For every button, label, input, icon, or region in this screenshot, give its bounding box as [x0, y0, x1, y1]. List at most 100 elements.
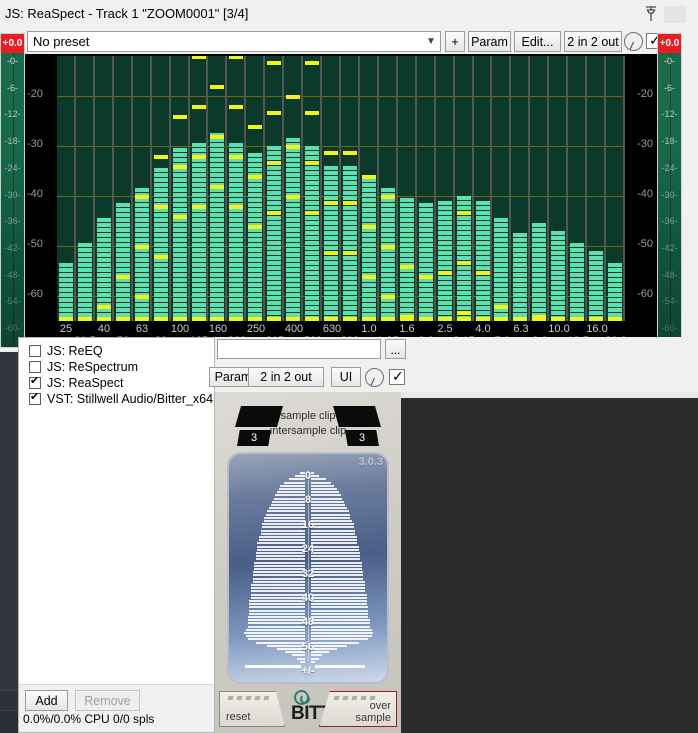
- chevron-down-icon[interactable]: ▼: [422, 36, 440, 47]
- spectrum-floor-marker: [513, 317, 527, 321]
- spectrum-bar: [286, 95, 300, 321]
- cpu-status-text: 0.0%/0.0% CPU 0/0 spls: [23, 712, 155, 726]
- meter-scale-label: -0-: [7, 56, 18, 66]
- spectrum-gridline-marker: [248, 225, 262, 229]
- spectrum-floor-marker: [570, 317, 584, 321]
- bitter-clip-indicators: 3 sample clip intersample clip 3: [215, 406, 401, 448]
- meter-peak-readout[interactable]: +0.0: [658, 34, 681, 53]
- bitter-bypass-checkbox[interactable]: ✓: [389, 368, 405, 385]
- param-button[interactable]: Param: [468, 31, 511, 52]
- spectrum-plot-area[interactable]: [57, 56, 625, 321]
- spectrum-band-divider: [188, 56, 190, 321]
- right-channel-meter[interactable]: +0.0 -0- -6- -12- -18- -24- -30- -36- -42- -48- -…: [657, 33, 682, 348]
- meter-scale-label: -60-: [661, 323, 678, 333]
- spectrum-gridline-marker: [343, 201, 357, 205]
- edit-button[interactable]: Edit...: [514, 31, 561, 52]
- io-button[interactable]: 2 in 2 out: [564, 31, 622, 52]
- spectrum-bar: [400, 198, 414, 321]
- bitter-preset-select[interactable]: [217, 339, 381, 359]
- spectrum-freq-label: 1.6: [399, 323, 415, 335]
- preset-select[interactable]: No preset ▼: [27, 31, 441, 52]
- fx-enable-checkbox[interactable]: [29, 391, 41, 405]
- spectrum-analyzer[interactable]: -20 -30 -40 -50 -60 -20 -30 -40 -50 -60 25 40 63 100…: [25, 54, 657, 348]
- add-fx-button[interactable]: Add: [25, 690, 68, 711]
- spectrum-gridline-marker: [248, 175, 262, 179]
- spectrum-band-divider: [169, 56, 171, 321]
- bitter-plugin-body: 3 sample clip intersample clip 3 0 8 16 …: [215, 392, 698, 733]
- bitter-ui-button[interactable]: UI: [331, 367, 361, 387]
- spectrum-band-divider: [244, 56, 246, 321]
- spectrum-freq-label: 2.5: [437, 323, 453, 335]
- spectrum-freq-label: 40: [97, 323, 111, 335]
- bit-scale-label: 8: [304, 494, 312, 507]
- window-control-placeholder[interactable]: [664, 6, 686, 23]
- spectrum-gridline-marker: [154, 155, 168, 159]
- knob-icon[interactable]: [365, 368, 384, 387]
- spectrum-gridline-marker: [381, 195, 395, 199]
- fx-enable-checkbox[interactable]: [29, 345, 41, 357]
- spectrum-gridline-marker: [476, 271, 490, 275]
- spectrum-gridline-marker: [116, 275, 130, 279]
- spectrum-bar: [173, 115, 187, 321]
- spectrum-db-label: -50: [27, 238, 43, 250]
- spectrum-gridline-marker: [400, 265, 414, 269]
- spectrum-floor-marker: [343, 317, 357, 321]
- spectrum-gridline-marker: [210, 185, 224, 189]
- fx-enable-checkbox[interactable]: [29, 375, 41, 389]
- meter-peak-readout[interactable]: +0.0: [1, 34, 24, 53]
- sample-clip-indicator-right[interactable]: 3: [333, 406, 383, 446]
- spectrum-band-divider: [566, 56, 568, 321]
- meter-scale-label: -6-: [7, 82, 18, 93]
- list-item[interactable]: JS: ReEQ: [19, 343, 214, 359]
- page-title: JS: ReaSpect - Track 1 "ZOOM0001" [3/4]: [5, 6, 249, 21]
- check-icon: ✓: [392, 368, 404, 384]
- spectrum-bar: [381, 188, 395, 321]
- spectrum-gridline-marker: [324, 201, 338, 205]
- bitter-fx-window: ... Param 2 in 2 out UI ✓ 3 sample clip: [209, 337, 698, 733]
- list-item[interactable]: JS: ReSpectrum: [19, 359, 214, 375]
- reset-button[interactable]: reset: [219, 691, 285, 727]
- spectrum-bar: [267, 61, 281, 321]
- spectrum-db-label: -60: [27, 288, 43, 300]
- meter-scale-label: -24-: [661, 162, 678, 173]
- bitter-browse-button[interactable]: ...: [385, 339, 406, 359]
- spectrum-freq-label: 25: [59, 323, 73, 335]
- spectrum-gridline-marker: [381, 245, 395, 249]
- list-item[interactable]: JS: ReaSpect: [19, 375, 214, 391]
- clip-lamp: [333, 406, 381, 427]
- bitter-bit-meter[interactable]: 0 8 16 24 32 40 48 56 +/- 3.0.3: [227, 452, 389, 684]
- spectrum-gridline-marker: [457, 211, 471, 215]
- fx-window-titlebar[interactable]: JS: ReaSpect - Track 1 "ZOOM0001" [3/4]: [0, 0, 698, 28]
- spectrum-floor-marker: [532, 317, 546, 321]
- add-preset-button[interactable]: +: [445, 31, 465, 52]
- spectrum-floor-marker: [608, 317, 622, 321]
- spectrum-band-divider: [339, 56, 341, 321]
- fx-name-label: JS: ReSpectrum: [47, 360, 139, 374]
- bitter-io-button[interactable]: 2 in 2 out: [248, 367, 324, 387]
- bit-scale-label: 16: [301, 518, 315, 531]
- meter-scale-label: -24-: [4, 162, 21, 173]
- spectrum-freq-label: 63: [135, 323, 149, 335]
- spectrum-db-label: -50: [637, 238, 653, 250]
- spectrum-gridline-marker: [305, 111, 319, 115]
- pin-icon[interactable]: [642, 5, 660, 23]
- spectrum-gridline-marker: [494, 305, 508, 309]
- knob-icon[interactable]: [624, 32, 643, 51]
- list-item[interactable]: VST: Stillwell Audio/Bitter_x64: [19, 391, 214, 407]
- spectrum-db-label: -30: [27, 138, 43, 150]
- left-channel-meter[interactable]: +0.0 -0- -6- -12- -18- -24- -30- -36- -42- -48- -…: [0, 33, 25, 348]
- spectrum-freq-label: 400: [284, 323, 304, 335]
- bit-scale-label: 48: [301, 616, 315, 629]
- fx-chain-list[interactable]: JS: ReEQ JS: ReSpectrum JS: ReaSpect VST: S…: [19, 343, 214, 407]
- spectrum-freq-label: 1.0: [361, 323, 377, 335]
- spectrum-db-label: -30: [637, 138, 653, 150]
- spectrum-freq-label: 16.0: [586, 323, 608, 335]
- spectrum-band-divider: [150, 56, 152, 321]
- oversample-button[interactable]: over sample: [319, 691, 397, 727]
- spectrum-freq-label: 6.3: [513, 323, 529, 335]
- spectrum-bar: [551, 231, 565, 321]
- bit-meter-sign-indicator: [315, 665, 365, 668]
- bit-meter-sign-indicator: [245, 665, 301, 668]
- spectrum-floor-marker: [476, 317, 490, 321]
- fx-enable-checkbox[interactable]: [29, 361, 41, 373]
